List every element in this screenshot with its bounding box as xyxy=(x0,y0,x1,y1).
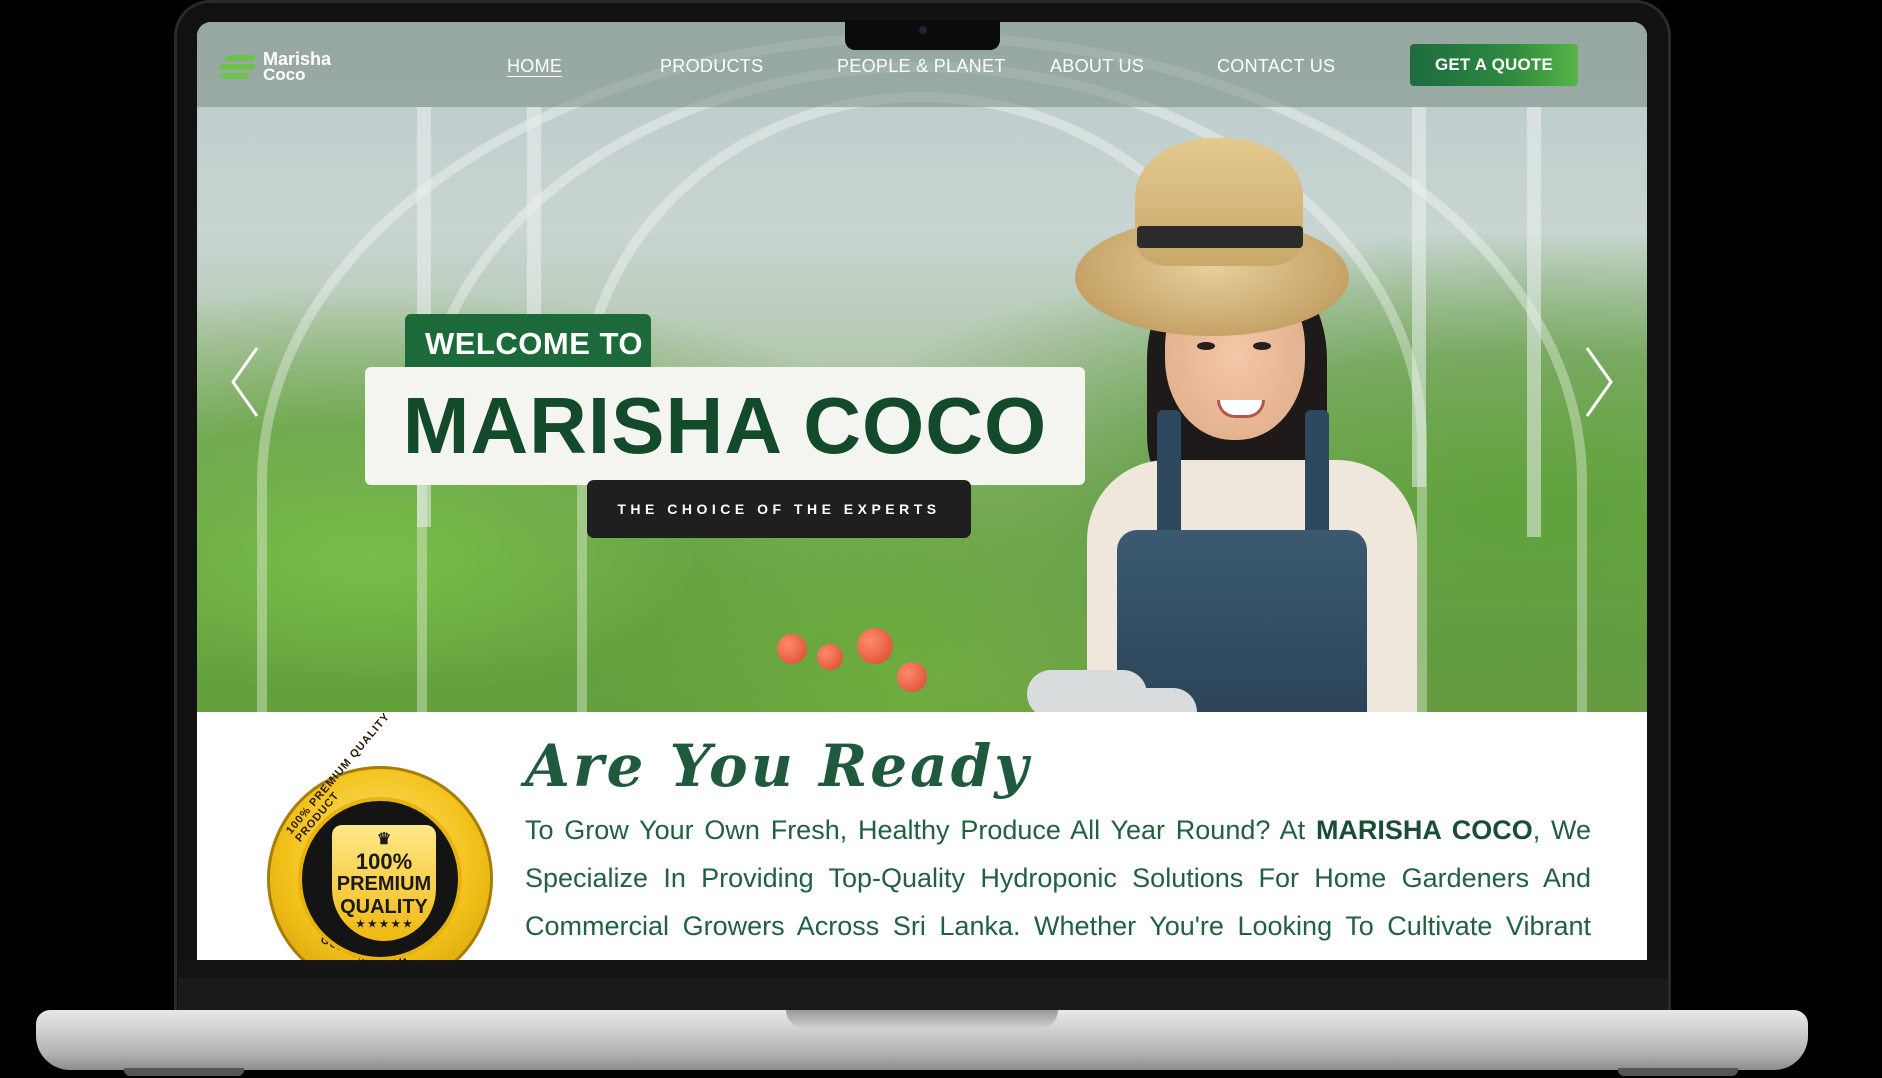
nav-home[interactable]: HOME xyxy=(507,56,562,77)
hero-title: MARISHA COCO xyxy=(365,367,1085,485)
tomato xyxy=(777,634,807,664)
crown-icon: ♛ xyxy=(376,831,392,848)
intro-section: 100% PREMIUM QUALITY PRODUCT SATISFACTIO… xyxy=(197,711,1647,960)
badge-stars: ★ ★ ★ ★ ★ xyxy=(356,919,412,930)
camera-notch xyxy=(845,20,1000,50)
badge-line2: QUALITY xyxy=(340,896,428,918)
laptop-foot xyxy=(1618,1068,1738,1076)
hero-tagline: THE CHOICE OF THE EXPERTS xyxy=(587,480,971,538)
hero-banner: WELCOME TO MARISHA COCO THE CHOICE OF TH… xyxy=(197,22,1647,932)
nav-people-planet[interactable]: PEOPLE & PLANET xyxy=(837,56,1006,77)
tomato xyxy=(817,644,843,670)
brand-logo[interactable]: Marisha Coco xyxy=(217,49,332,84)
laptop-foot xyxy=(124,1068,244,1076)
tomato xyxy=(857,628,893,664)
premium-quality-badge: 100% PREMIUM QUALITY PRODUCT SATISFACTIO… xyxy=(267,711,493,960)
nav-products[interactable]: PRODUCTS xyxy=(660,56,763,77)
slider-prev-button[interactable] xyxy=(227,342,267,422)
nav-about-us[interactable]: ABOUT US xyxy=(1050,56,1144,77)
laptop-screen: WELCOME TO MARISHA COCO THE CHOICE OF TH… xyxy=(197,22,1647,960)
get-a-quote-button[interactable]: GET A QUOTE xyxy=(1410,44,1578,86)
chevron-right-icon xyxy=(1585,347,1613,417)
greenhouse-post xyxy=(1527,107,1541,537)
shield-icon: ♛ 100% PREMIUM QUALITY ★ ★ ★ ★ ★ xyxy=(332,825,436,941)
intro-brand-name: MARISHA COCO xyxy=(1315,815,1533,845)
intro-paragraph: To Grow Your Own Fresh, Healthy Produce … xyxy=(525,806,1591,960)
intro-text-start: To Grow Your Own Fresh, Healthy Produce … xyxy=(525,815,1316,845)
badge-inner: ♛ 100% PREMIUM QUALITY ★ ★ ★ ★ ★ xyxy=(298,797,462,960)
nav-contact-us[interactable]: CONTACT US xyxy=(1217,56,1335,77)
tomato xyxy=(897,662,927,692)
trackpad-notch xyxy=(786,1010,1058,1028)
intro-heading: Are You Ready xyxy=(525,732,1032,800)
leaf-logo-icon xyxy=(217,53,257,81)
badge-line1: PREMIUM xyxy=(336,873,432,895)
badge-percent: 100% xyxy=(355,849,413,874)
camera-icon xyxy=(919,26,927,34)
screen-bottom-bezel xyxy=(178,960,1668,1012)
slider-next-button[interactable] xyxy=(1577,342,1617,422)
chevron-left-icon xyxy=(231,347,259,417)
brand-name: Marisha Coco xyxy=(263,49,332,84)
